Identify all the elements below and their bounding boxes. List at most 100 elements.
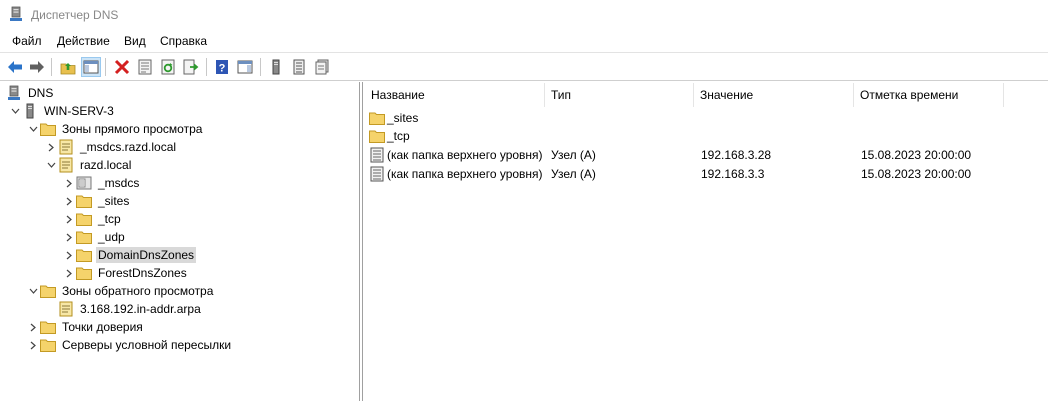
chevron-right-icon[interactable] bbox=[62, 228, 76, 246]
help-icon[interactable]: ? bbox=[212, 57, 232, 77]
menu-view[interactable]: Вид bbox=[124, 34, 146, 48]
chevron-down-icon[interactable] bbox=[8, 102, 22, 120]
record-name: (как папка верхнего уровня) bbox=[387, 148, 543, 162]
column-header-type[interactable]: Тип bbox=[545, 83, 694, 107]
record-name: _tcp bbox=[387, 129, 410, 143]
tree-label: Зоны обратного просмотра bbox=[62, 284, 214, 298]
tree-item-msdcs[interactable]: _msdcs bbox=[62, 174, 141, 192]
dns-manager-icon bbox=[10, 6, 22, 21]
tree-label: _msdcs.razd.local bbox=[80, 140, 177, 154]
chevron-right-icon[interactable] bbox=[26, 336, 40, 354]
records-list[interactable]: Название Тип Значение Отметка времени _s… bbox=[362, 82, 1048, 401]
record-timestamp: 15.08.2023 20:00:00 bbox=[861, 167, 972, 181]
record-value: 192.168.3.3 bbox=[701, 167, 765, 181]
folder-icon bbox=[40, 337, 56, 353]
toolbar-separator bbox=[260, 58, 261, 76]
column-header-timestamp[interactable]: Отметка времени bbox=[854, 83, 1004, 107]
menu-action[interactable]: Действие bbox=[57, 34, 110, 48]
properties-icon[interactable] bbox=[135, 57, 155, 77]
chevron-right-icon[interactable] bbox=[26, 318, 40, 336]
tree-label: _sites bbox=[98, 194, 130, 208]
folder-icon bbox=[76, 211, 92, 227]
toolbar: ? bbox=[0, 52, 1048, 81]
server-icon bbox=[22, 103, 38, 119]
tree-item-trust-points[interactable]: Точки доверия bbox=[26, 318, 145, 336]
console-tree[interactable]: DNS WIN-SERV-3 Зоны прямого просмотра _m… bbox=[0, 82, 360, 401]
tree-item-conditional-forwarders[interactable]: Серверы условной пересылки bbox=[26, 336, 233, 354]
chevron-down-icon[interactable] bbox=[26, 282, 40, 300]
tree-item-domaindnszones[interactable]: DomainDnsZones bbox=[62, 246, 197, 264]
show-hide-tree-icon[interactable] bbox=[81, 57, 101, 77]
tree-label: WIN-SERV-3 bbox=[44, 104, 114, 118]
chevron-right-icon[interactable] bbox=[62, 210, 76, 228]
folder-icon bbox=[76, 265, 92, 281]
tree-label: ForestDnsZones bbox=[98, 266, 187, 280]
tree-item-tcp[interactable]: _tcp bbox=[62, 210, 123, 228]
delegated-folder-icon bbox=[76, 175, 92, 191]
folder-icon bbox=[40, 121, 56, 137]
tree-item-dns[interactable]: DNS bbox=[6, 84, 55, 102]
record-type: Узел (A) bbox=[551, 167, 596, 181]
tree-item-forestdnszones[interactable]: ForestDnsZones bbox=[62, 264, 189, 282]
delete-icon[interactable] bbox=[112, 57, 132, 77]
chevron-right-icon[interactable] bbox=[62, 246, 76, 264]
chevron-down-icon[interactable] bbox=[26, 120, 40, 138]
toolbar-separator bbox=[105, 58, 106, 76]
list-item[interactable]: _tcp bbox=[367, 127, 1047, 145]
window-title: Диспетчер DNS bbox=[31, 8, 119, 22]
refresh-icon[interactable] bbox=[158, 57, 178, 77]
chevron-right-icon[interactable] bbox=[62, 264, 76, 282]
server-icon[interactable] bbox=[266, 57, 286, 77]
toolbar-separator bbox=[206, 58, 207, 76]
tree-item-udp[interactable]: _udp bbox=[62, 228, 127, 246]
record-type: Узел (A) bbox=[551, 148, 596, 162]
folder-icon bbox=[40, 319, 56, 335]
tree-label: Точки доверия bbox=[62, 320, 143, 334]
back-arrow-icon[interactable] bbox=[5, 57, 25, 77]
chevron-down-icon[interactable] bbox=[44, 156, 58, 174]
up-folder-icon[interactable] bbox=[58, 57, 78, 77]
record-icon bbox=[370, 166, 384, 182]
record-icon bbox=[370, 147, 384, 163]
tree-item-razd-zone[interactable]: razd.local bbox=[44, 156, 133, 174]
list-item[interactable]: _sites bbox=[367, 109, 1047, 127]
tree-item-server[interactable]: WIN-SERV-3 bbox=[8, 102, 116, 120]
tree-label: 3.168.192.in-addr.arpa bbox=[80, 302, 201, 316]
tree-item-forward-zones[interactable]: Зоны прямого просмотра bbox=[26, 120, 204, 138]
column-header-name[interactable]: Название bbox=[365, 83, 545, 107]
title-bar: Диспетчер DNS bbox=[0, 0, 1048, 30]
zone-file-icon bbox=[58, 157, 74, 173]
zone-file-icon bbox=[58, 139, 74, 155]
tree-label: Серверы условной пересылки bbox=[62, 338, 232, 352]
tree-label: DNS bbox=[28, 86, 54, 100]
tree-item-reverse-zones[interactable]: Зоны обратного просмотра bbox=[26, 282, 215, 300]
action-pane-icon[interactable] bbox=[235, 57, 255, 77]
tree-item-msdcs-zone[interactable]: _msdcs.razd.local bbox=[44, 138, 178, 156]
chevron-right-icon[interactable] bbox=[44, 138, 58, 156]
folder-icon bbox=[369, 112, 385, 125]
chevron-right-icon[interactable] bbox=[62, 174, 76, 192]
tree-item-sites[interactable]: _sites bbox=[62, 192, 131, 210]
chevron-right-icon[interactable] bbox=[62, 192, 76, 210]
export-list-icon[interactable] bbox=[181, 57, 201, 77]
tree-label: DomainDnsZones bbox=[96, 247, 197, 263]
record-name: (как папка верхнего уровня) bbox=[387, 167, 543, 181]
folder-icon bbox=[369, 130, 385, 143]
menu-file[interactable]: Файл bbox=[12, 34, 42, 48]
list-icon[interactable] bbox=[289, 57, 309, 77]
list-item[interactable]: (как папка верхнего уровня) Узел (A) 192… bbox=[367, 146, 1047, 164]
tree-label: _tcp bbox=[98, 212, 121, 226]
zone-icon[interactable] bbox=[312, 57, 332, 77]
tree-label: Зоны прямого просмотра bbox=[62, 122, 203, 136]
forward-arrow-icon[interactable] bbox=[27, 57, 47, 77]
tree-label: _msdcs bbox=[98, 176, 140, 190]
tree-item-reverse-zone[interactable]: 3.168.192.in-addr.arpa bbox=[44, 300, 203, 318]
column-header-value[interactable]: Значение bbox=[694, 83, 854, 107]
zone-file-icon bbox=[58, 301, 74, 317]
menu-help[interactable]: Справка bbox=[160, 34, 207, 48]
folder-icon bbox=[76, 247, 92, 263]
list-item[interactable]: (как папка верхнего уровня) Узел (A) 192… bbox=[367, 165, 1047, 183]
menu-bar: Файл Действие Вид Справка bbox=[0, 30, 1048, 52]
record-name: _sites bbox=[387, 111, 419, 125]
